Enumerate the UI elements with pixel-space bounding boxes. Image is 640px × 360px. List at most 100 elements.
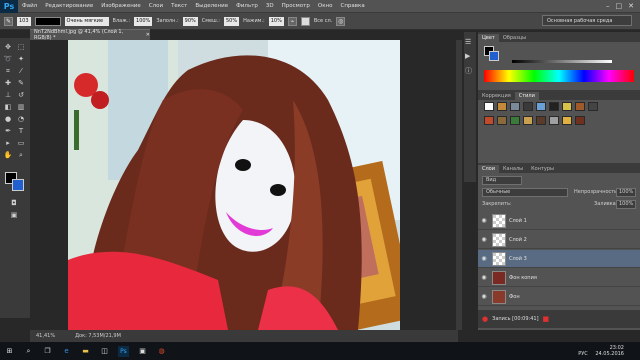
pressure-icon[interactable]: ◎ <box>336 16 346 26</box>
tab-styles[interactable]: Стили <box>514 92 539 100</box>
history-panel-icon[interactable]: ☰ <box>465 38 475 48</box>
pen-tool-icon[interactable]: ✒ <box>3 126 13 136</box>
lasso-tool-icon[interactable]: ➰ <box>3 54 13 64</box>
actions-panel-icon[interactable]: ▶ <box>465 52 475 62</box>
layer-row[interactable]: ◉ Фон <box>478 288 640 306</box>
visibility-eye-icon[interactable]: ◉ <box>478 255 490 262</box>
style-swatch[interactable] <box>588 102 598 111</box>
visibility-eye-icon[interactable]: ◉ <box>478 293 490 300</box>
healing-brush-icon[interactable]: ✚ <box>3 78 13 88</box>
record-icon[interactable]: ● <box>482 315 488 323</box>
style-swatch[interactable] <box>510 116 520 125</box>
style-swatch[interactable] <box>536 102 546 111</box>
quick-mask-icon[interactable]: ◘ <box>9 198 19 208</box>
edge-browser-icon[interactable]: e <box>61 346 72 357</box>
photoshop-taskbar-icon[interactable]: Ps <box>118 345 129 357</box>
color-slider[interactable] <box>512 60 612 63</box>
document-tab[interactable]: NnT2NdBhml.jpg @ 41,4% (Слой 1, RGB/8) *… <box>30 29 150 41</box>
tab-color[interactable]: Цвет <box>478 34 499 42</box>
visibility-eye-icon[interactable]: ◉ <box>478 217 490 224</box>
color-spectrum[interactable] <box>484 70 634 82</box>
search-icon[interactable]: ⌕ <box>23 346 34 357</box>
blur-tool-icon[interactable]: ● <box>3 114 13 124</box>
properties-panel-icon[interactable]: ⓘ <box>465 66 475 76</box>
app-taskbar-icon[interactable]: ▣ <box>137 346 148 357</box>
load-field[interactable]: 90% <box>182 16 198 26</box>
start-windows-icon[interactable]: ⊞ <box>4 346 15 357</box>
flow-field[interactable]: 10% <box>268 16 284 26</box>
brush-mode-select[interactable]: Очень мягкие <box>64 16 109 26</box>
workspace-select[interactable]: Основная рабочая среда <box>542 15 632 26</box>
zoom-readout[interactable]: 41,41% <box>36 333 55 339</box>
screen-mode-icon[interactable]: ▣ <box>9 210 19 220</box>
style-swatch[interactable] <box>523 116 533 125</box>
menu-help[interactable]: Справка <box>336 3 368 9</box>
layer-kind-filter[interactable]: Вид <box>482 176 522 185</box>
style-swatch[interactable] <box>575 102 585 111</box>
layer-row[interactable]: ◉ Слой 2 <box>478 231 640 249</box>
crop-tool-icon[interactable]: ⌗ <box>3 66 13 76</box>
minimize-button[interactable]: – <box>606 2 610 10</box>
brush-preset-swatch[interactable] <box>34 16 61 26</box>
clone-stamp-icon[interactable]: ⊥ <box>3 90 13 100</box>
tab-paths[interactable]: Контуры <box>527 165 558 173</box>
document-close-icon[interactable]: ✕ <box>146 32 150 38</box>
eyedropper-icon[interactable]: ⁄ <box>16 66 26 76</box>
brush-size-field[interactable]: 103 <box>17 16 31 26</box>
layer-row[interactable]: ◉ Слой 1 <box>478 212 640 230</box>
airbrush-icon[interactable]: ⌁ <box>287 16 297 26</box>
path-select-icon[interactable]: ▸ <box>3 138 13 148</box>
gradient-tool-icon[interactable]: ▥ <box>16 102 26 112</box>
tab-layers[interactable]: Слои <box>478 165 499 173</box>
type-tool-icon[interactable]: T <box>16 126 26 136</box>
style-swatch[interactable] <box>523 102 533 111</box>
tab-swatches[interactable]: Образцы <box>499 34 530 42</box>
style-swatch[interactable] <box>484 102 494 111</box>
menu-edit[interactable]: Редактирование <box>41 3 97 9</box>
wet-field[interactable]: 100% <box>134 16 153 26</box>
marquee-tool-icon[interactable]: ⬚ <box>16 42 26 52</box>
shape-tool-icon[interactable]: ▭ <box>16 138 26 148</box>
style-swatch[interactable] <box>536 116 546 125</box>
style-swatch[interactable] <box>497 102 507 111</box>
menu-3d[interactable]: 3D <box>262 3 278 9</box>
menu-file[interactable]: Файл <box>18 3 41 9</box>
menu-image[interactable]: Изображение <box>97 3 145 9</box>
file-explorer-icon[interactable]: ▬ <box>80 346 91 357</box>
menu-layers[interactable]: Слои <box>145 3 167 9</box>
menu-select[interactable]: Выделение <box>191 3 232 9</box>
stop-icon[interactable]: ■ <box>543 315 550 323</box>
style-swatch[interactable] <box>562 102 572 111</box>
store-icon[interactable]: ◫ <box>99 346 110 357</box>
brush-tool-icon[interactable]: ✎ <box>4 16 13 26</box>
style-swatch[interactable] <box>497 116 507 125</box>
document-image[interactable] <box>68 40 400 330</box>
history-brush-icon[interactable]: ↺ <box>16 90 26 100</box>
menu-filter[interactable]: Фильтр <box>232 3 262 9</box>
close-button[interactable]: ✕ <box>628 2 634 10</box>
eraser-tool-icon[interactable]: ◧ <box>3 102 13 112</box>
opacity-field[interactable]: 100% <box>616 188 636 197</box>
style-swatch[interactable] <box>575 116 585 125</box>
hand-tool-icon[interactable]: ✋ <box>3 150 13 160</box>
task-view-icon[interactable]: ❐ <box>42 346 53 357</box>
mix-field[interactable]: 50% <box>223 16 240 26</box>
style-swatch[interactable] <box>510 102 520 111</box>
browser-taskbar-icon[interactable]: ◍ <box>156 346 167 357</box>
layer-row-selected[interactable]: ◉ Слой 3 <box>478 250 640 268</box>
brush-tool-icon[interactable]: ✎ <box>16 78 26 88</box>
sample-all-checkbox[interactable] <box>300 16 310 26</box>
magic-wand-icon[interactable]: ✦ <box>16 54 26 64</box>
layer-row[interactable]: ◉ Фон копия <box>478 269 640 287</box>
keyboard-language[interactable]: РУС <box>578 351 588 357</box>
blend-mode-select[interactable]: Обычные <box>482 188 568 197</box>
menu-text[interactable]: Текст <box>167 3 191 9</box>
fill-field[interactable]: 100% <box>616 200 636 209</box>
move-tool-icon[interactable]: ✥ <box>3 42 13 52</box>
visibility-eye-icon[interactable]: ◉ <box>478 274 490 281</box>
panel-background-swatch[interactable] <box>489 51 499 61</box>
style-swatch[interactable] <box>549 102 559 111</box>
zoom-tool-icon[interactable]: ⌕ <box>16 150 26 160</box>
style-swatch[interactable] <box>562 116 572 125</box>
style-swatch[interactable] <box>549 116 559 125</box>
